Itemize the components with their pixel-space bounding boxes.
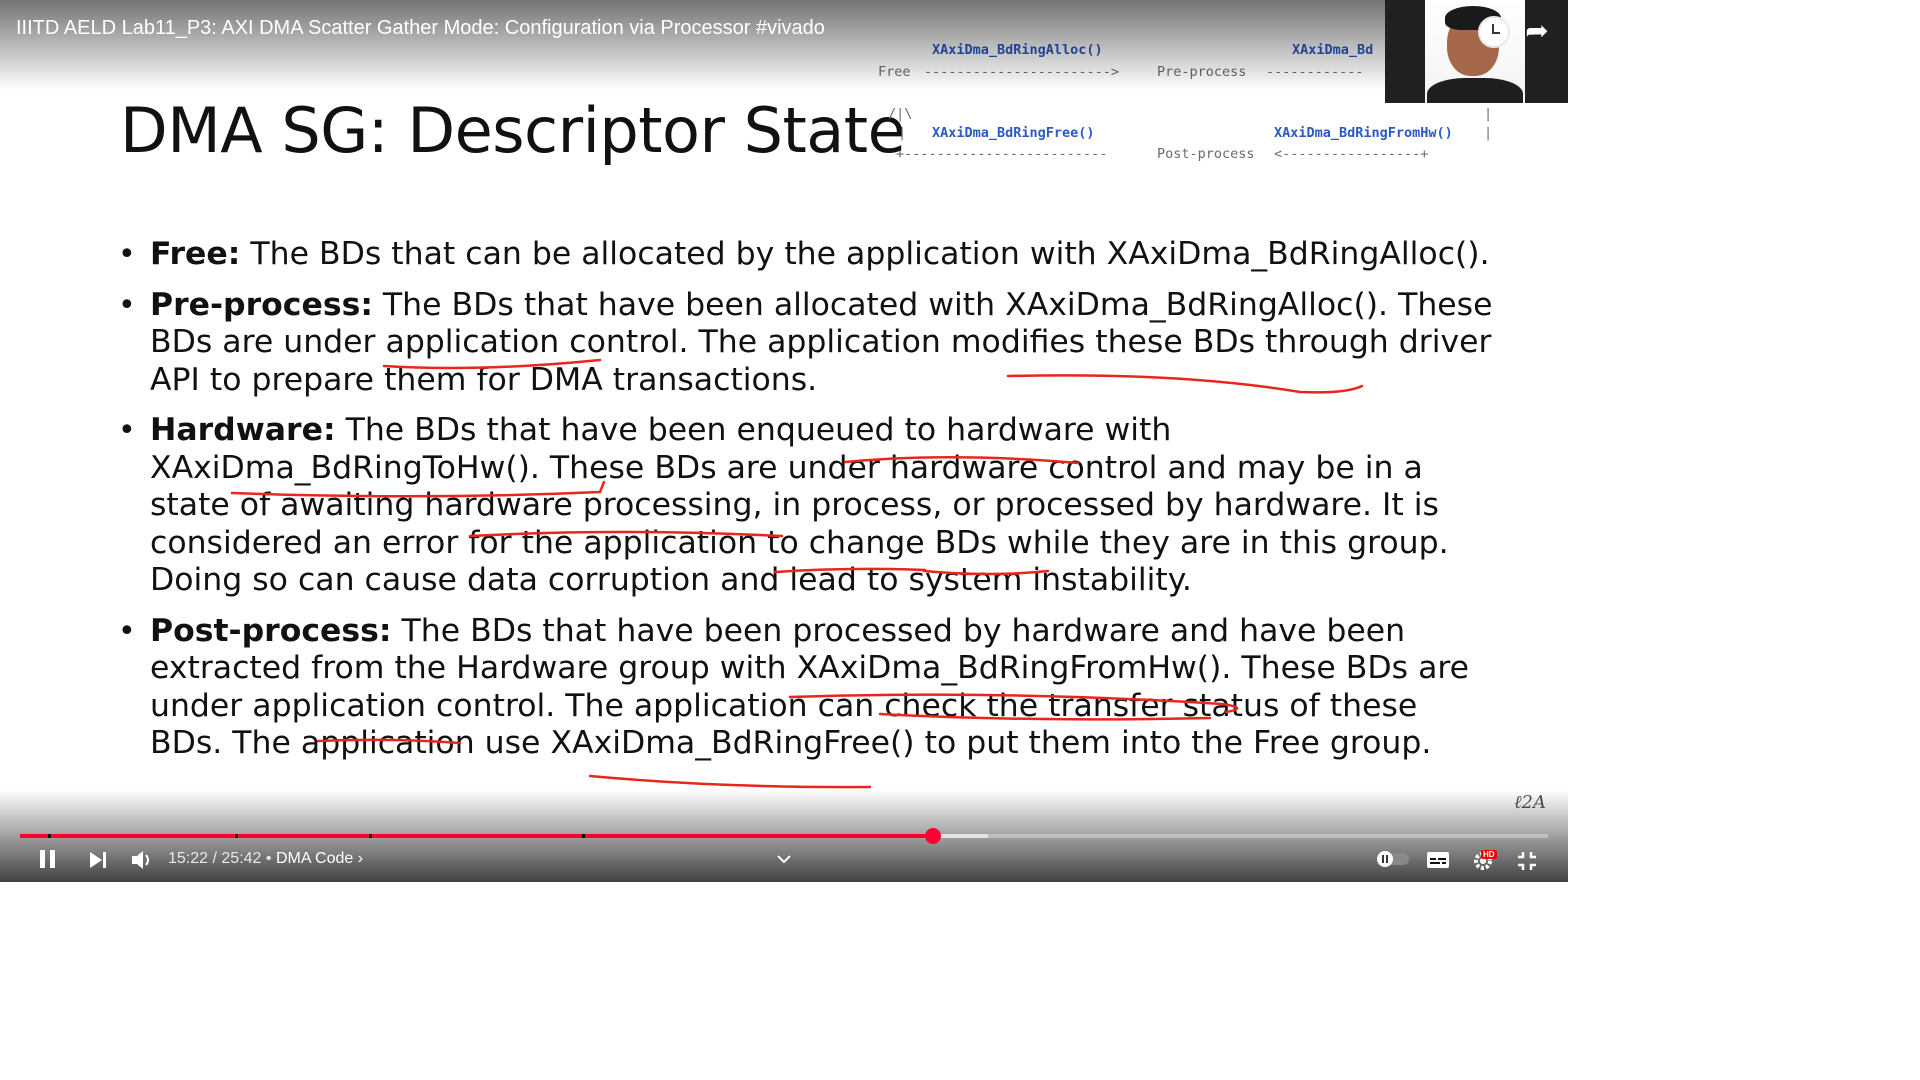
chapter-marker (582, 834, 585, 838)
chevron-down-icon[interactable] (776, 848, 792, 872)
diagram-pipe-right: | (1484, 106, 1493, 122)
diagram-arrow-bottom-1: +------------------------- (896, 146, 1108, 162)
duration: 25:42 (221, 850, 262, 867)
bullet-text: The BDs that can be allocated by the app… (240, 236, 1490, 272)
bullet-term: Post-process: (150, 612, 392, 649)
diagram-state-free: Free (878, 64, 911, 80)
clock-icon[interactable] (1478, 16, 1510, 48)
progress-played (20, 834, 934, 838)
diagram-arrow-top-1: -----------------------> (924, 64, 1120, 80)
slide-title: DMA SG: Descriptor State (120, 94, 906, 167)
underline-bdringfree (588, 774, 872, 789)
diagram-arrow-bottom-2: <-----------------+ (1274, 146, 1429, 162)
bullet-term: Free: (150, 236, 241, 272)
diagram-fn-tohw: XAxiDma_Bd (1292, 42, 1374, 58)
diagram-fn-free: XAxiDma_BdRingFree() (932, 125, 1095, 141)
hd-badge: HD (1481, 850, 1497, 859)
bullet-term: Hardware: (150, 412, 336, 448)
diagram-state-postprocess: Post-process (1157, 146, 1255, 162)
chapter-marker (48, 834, 51, 838)
volume-icon[interactable] (130, 849, 154, 877)
captions-icon[interactable] (1426, 850, 1450, 876)
chapter-title-button[interactable]: DMA Code › (276, 850, 363, 867)
diagram-state-preprocess: Pre-process (1157, 64, 1247, 80)
current-time: 15:22 (168, 850, 209, 867)
next-icon[interactable] (88, 850, 108, 876)
video-title[interactable]: IIITD AELD Lab11_P3: AXI DMA Scatter Gat… (16, 17, 825, 40)
diagram-arrow-top-2: ------------ (1266, 64, 1364, 80)
exit-fullscreen-icon[interactable] (1516, 850, 1538, 878)
pause-icon[interactable] (37, 848, 59, 876)
bullet-preprocess: Pre-process: The BDs that have been allo… (118, 287, 1498, 400)
share-icon[interactable]: ➦ (1522, 16, 1552, 46)
diagram-pipe-left: | (898, 125, 907, 141)
bullet-term: Pre-process: (150, 286, 373, 323)
diagram-up-arrow: /|\ (888, 106, 913, 122)
diagram-pipe-right-2: | (1484, 125, 1493, 141)
time-display: 15:22 / 25:42 • DMA Code › (168, 850, 364, 867)
bullet-hardware: Hardware: The BDs that have been enqueue… (118, 412, 1490, 600)
bullet-text: The BDs that have been enqueued to hardw… (150, 412, 1449, 598)
bullet-free: Free: The BDs that can be allocated by t… (118, 236, 1498, 274)
diagram-fn-alloc: XAxiDma_BdRingAlloc() (932, 42, 1103, 58)
chapter-marker (235, 834, 238, 838)
autoplay-toggle-icon[interactable] (1376, 850, 1410, 874)
diagram-fn-fromhw: XAxiDma_BdRingFromHw() (1274, 125, 1453, 141)
chapter-marker (369, 834, 372, 838)
bullet-postprocess: Post-process: The BDs that have been pro… (118, 613, 1498, 763)
bullet-list: Free: The BDs that can be allocated by t… (118, 236, 1498, 776)
